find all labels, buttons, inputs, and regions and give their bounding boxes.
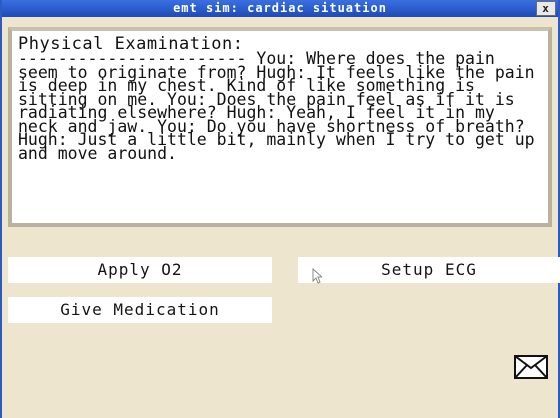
envelope-icon[interactable] <box>514 355 548 379</box>
title-bar[interactable]: emt sim: cardiac situation x <box>2 0 558 17</box>
pointer-cursor-icon <box>312 268 322 284</box>
dialogue-panel: Physical Examination: ------------------… <box>8 27 552 227</box>
app-window: emt sim: cardiac situation x Physical Ex… <box>0 0 560 418</box>
apply-o2-button[interactable]: Apply O2 <box>8 257 272 283</box>
dialogue-text: ----------------------- You: Where does … <box>18 49 535 163</box>
setup-ecg-button[interactable]: Setup ECG <box>298 257 560 283</box>
window-title: emt sim: cardiac situation <box>173 1 387 15</box>
give-medication-button[interactable]: Give Medication <box>8 297 272 323</box>
close-icon: x <box>542 2 550 15</box>
close-button[interactable]: x <box>536 1 556 16</box>
